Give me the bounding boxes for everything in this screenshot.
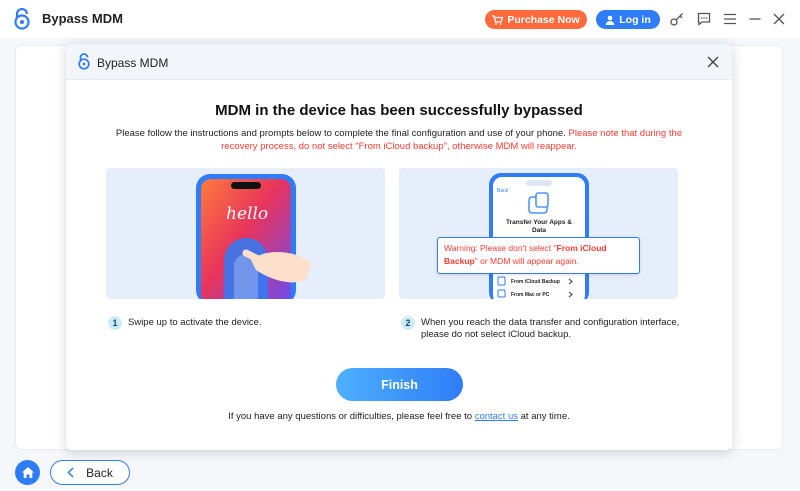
dialog-title: Bypass MDM xyxy=(97,56,169,70)
back-label: Back xyxy=(86,465,113,480)
success-dialog: Bypass MDM MDM in the device has been su… xyxy=(66,44,732,450)
option-mac-pc: From Mac or PC xyxy=(511,292,550,298)
purchase-now-label: Purchase Now xyxy=(507,13,580,26)
success-headline: MDM in the device has been successfully … xyxy=(215,102,583,119)
step-text: When you reach the data transfer and con… xyxy=(421,317,680,340)
instructions-normal: Please follow the instructions and promp… xyxy=(115,128,566,139)
step-number-badge: 2 xyxy=(401,316,415,330)
warning-prefix: Warning: Please don't select " xyxy=(444,243,557,253)
home-button[interactable] xyxy=(15,460,40,485)
finish-button[interactable]: Finish xyxy=(336,368,463,401)
swipe-up-illustration: hello xyxy=(106,168,385,299)
help-suffix: at any time. xyxy=(520,411,570,422)
contact-us-link[interactable]: contact us xyxy=(475,411,518,422)
unlock-logo-icon xyxy=(78,53,90,70)
transfer-screen-title: Transfer Your Apps & Data xyxy=(506,219,572,234)
home-icon xyxy=(21,467,34,478)
user-icon xyxy=(606,15,615,25)
help-text: If you have any questions or difficultie… xyxy=(66,411,732,422)
log-in-label: Log in xyxy=(619,13,651,26)
phone-hello-image xyxy=(196,174,311,299)
log-in-button[interactable]: Log in xyxy=(596,10,660,29)
option-icloud: From iCloud Backup xyxy=(511,279,560,285)
unlock-logo-icon xyxy=(14,8,30,30)
purchase-now-button[interactable]: Purchase Now xyxy=(485,10,587,29)
chevron-left-icon xyxy=(67,467,74,478)
feedback-icon[interactable] xyxy=(695,10,713,28)
dialog-header: Bypass MDM xyxy=(66,44,732,80)
app-title: Bypass MDM xyxy=(42,11,123,26)
back-text: Back xyxy=(497,188,509,194)
close-icon[interactable] xyxy=(706,55,720,69)
step-number-badge: 1 xyxy=(108,316,122,330)
menu-icon[interactable] xyxy=(721,10,739,28)
minimize-icon[interactable] xyxy=(746,10,764,28)
title-bar: Bypass MDM Purchase Now Log in xyxy=(0,0,800,38)
back-button[interactable]: Back xyxy=(50,460,130,485)
help-prefix: If you have any questions or difficultie… xyxy=(228,411,473,422)
step-text: Swipe up to activate the device. xyxy=(128,317,262,328)
instructions-text: Please follow the instructions and promp… xyxy=(111,127,687,153)
warning-popup: Warning: Please don't select "From iClou… xyxy=(437,237,640,274)
finish-label: Finish xyxy=(381,377,418,392)
cart-icon xyxy=(492,14,504,25)
close-window-icon[interactable] xyxy=(770,10,788,28)
warning-suffix: " or MDM will appear again. xyxy=(474,256,579,266)
hello-text: hello xyxy=(226,204,269,224)
key-icon[interactable] xyxy=(668,10,686,28)
transfer-illustration: Back Transfer Your Apps & Data From iClo… xyxy=(399,168,678,299)
